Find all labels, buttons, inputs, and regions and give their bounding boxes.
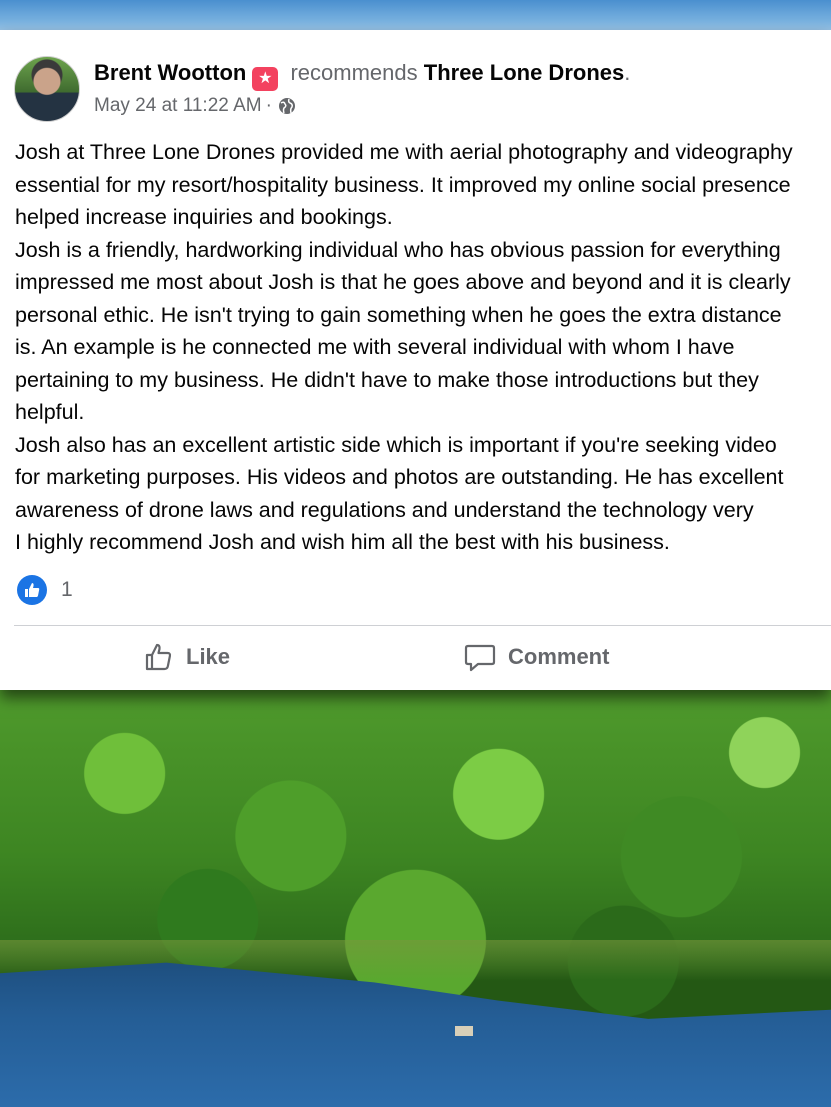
comment-icon bbox=[464, 644, 496, 672]
reaction-summary[interactable]: 1 bbox=[17, 575, 73, 605]
post-body-line: Josh at Three Lone Drones provided me wi… bbox=[15, 140, 793, 164]
post-subline: May 24 at 11:22 AM · bbox=[94, 95, 630, 117]
avatar[interactable] bbox=[14, 56, 80, 122]
post-body-line: Josh is a friendly, hardworking individu… bbox=[15, 237, 781, 262]
comment-button[interactable]: Comment bbox=[464, 642, 609, 672]
post-body: Josh at Three Lone Drones provided me wi… bbox=[15, 136, 831, 559]
comment-label: Comment bbox=[508, 644, 610, 669]
post-body-line: helpful. bbox=[15, 400, 85, 424]
post-header: Brent Wootton ★ recommends Three Lone Dro… bbox=[14, 56, 630, 122]
globe-icon[interactable] bbox=[278, 97, 296, 115]
page-name[interactable]: Three Lone Drones bbox=[424, 60, 624, 85]
post-headline: Brent Wootton ★ recommends Three Lone Dro… bbox=[94, 60, 630, 91]
post-meta: Brent Wootton ★ recommends Three Lone Dro… bbox=[94, 56, 630, 122]
like-label: Like bbox=[186, 644, 231, 669]
like-reaction-icon bbox=[17, 575, 47, 605]
dock bbox=[455, 1026, 473, 1036]
author-name[interactable]: Brent Wootton bbox=[94, 60, 246, 85]
post-card: Brent Wootton ★ recommends Three Lone Dro… bbox=[0, 30, 831, 690]
post-body-line: helped increase inquiries and bookings. bbox=[15, 205, 393, 229]
post-body-line: I highly recommend Josh and wish him all… bbox=[15, 530, 670, 554]
post-body-line: is. An example is he connected me with s… bbox=[15, 335, 735, 359]
post-body-line: for marketing purposes. His videos and p… bbox=[15, 465, 784, 489]
post-timestamp[interactable]: May 24 at 11:22 AM bbox=[94, 95, 262, 117]
recommends-verb: recommends bbox=[290, 60, 418, 85]
star-badge-icon: ★ bbox=[252, 67, 279, 91]
thumbs-up-outline-icon bbox=[145, 643, 172, 671]
post-body-line: awareness of drone laws and regulations … bbox=[15, 497, 754, 522]
thumbs-up-icon bbox=[25, 583, 40, 597]
post-body-line: essential for my resort/hospitality busi… bbox=[15, 172, 791, 197]
post-body-line: impressed me most about Josh is that he … bbox=[15, 270, 791, 294]
post-body-line: Josh also has an excellent artistic side… bbox=[15, 432, 777, 457]
post-body-line: personal ethic. He isn't trying to gain … bbox=[15, 302, 782, 327]
headline-period: . bbox=[624, 60, 631, 85]
like-button[interactable]: Like bbox=[144, 642, 230, 672]
reaction-count: 1 bbox=[61, 578, 73, 601]
divider bbox=[14, 625, 831, 626]
post-body-line: pertaining to my business. He didn't hav… bbox=[15, 367, 759, 392]
meta-separator: · bbox=[265, 95, 272, 116]
